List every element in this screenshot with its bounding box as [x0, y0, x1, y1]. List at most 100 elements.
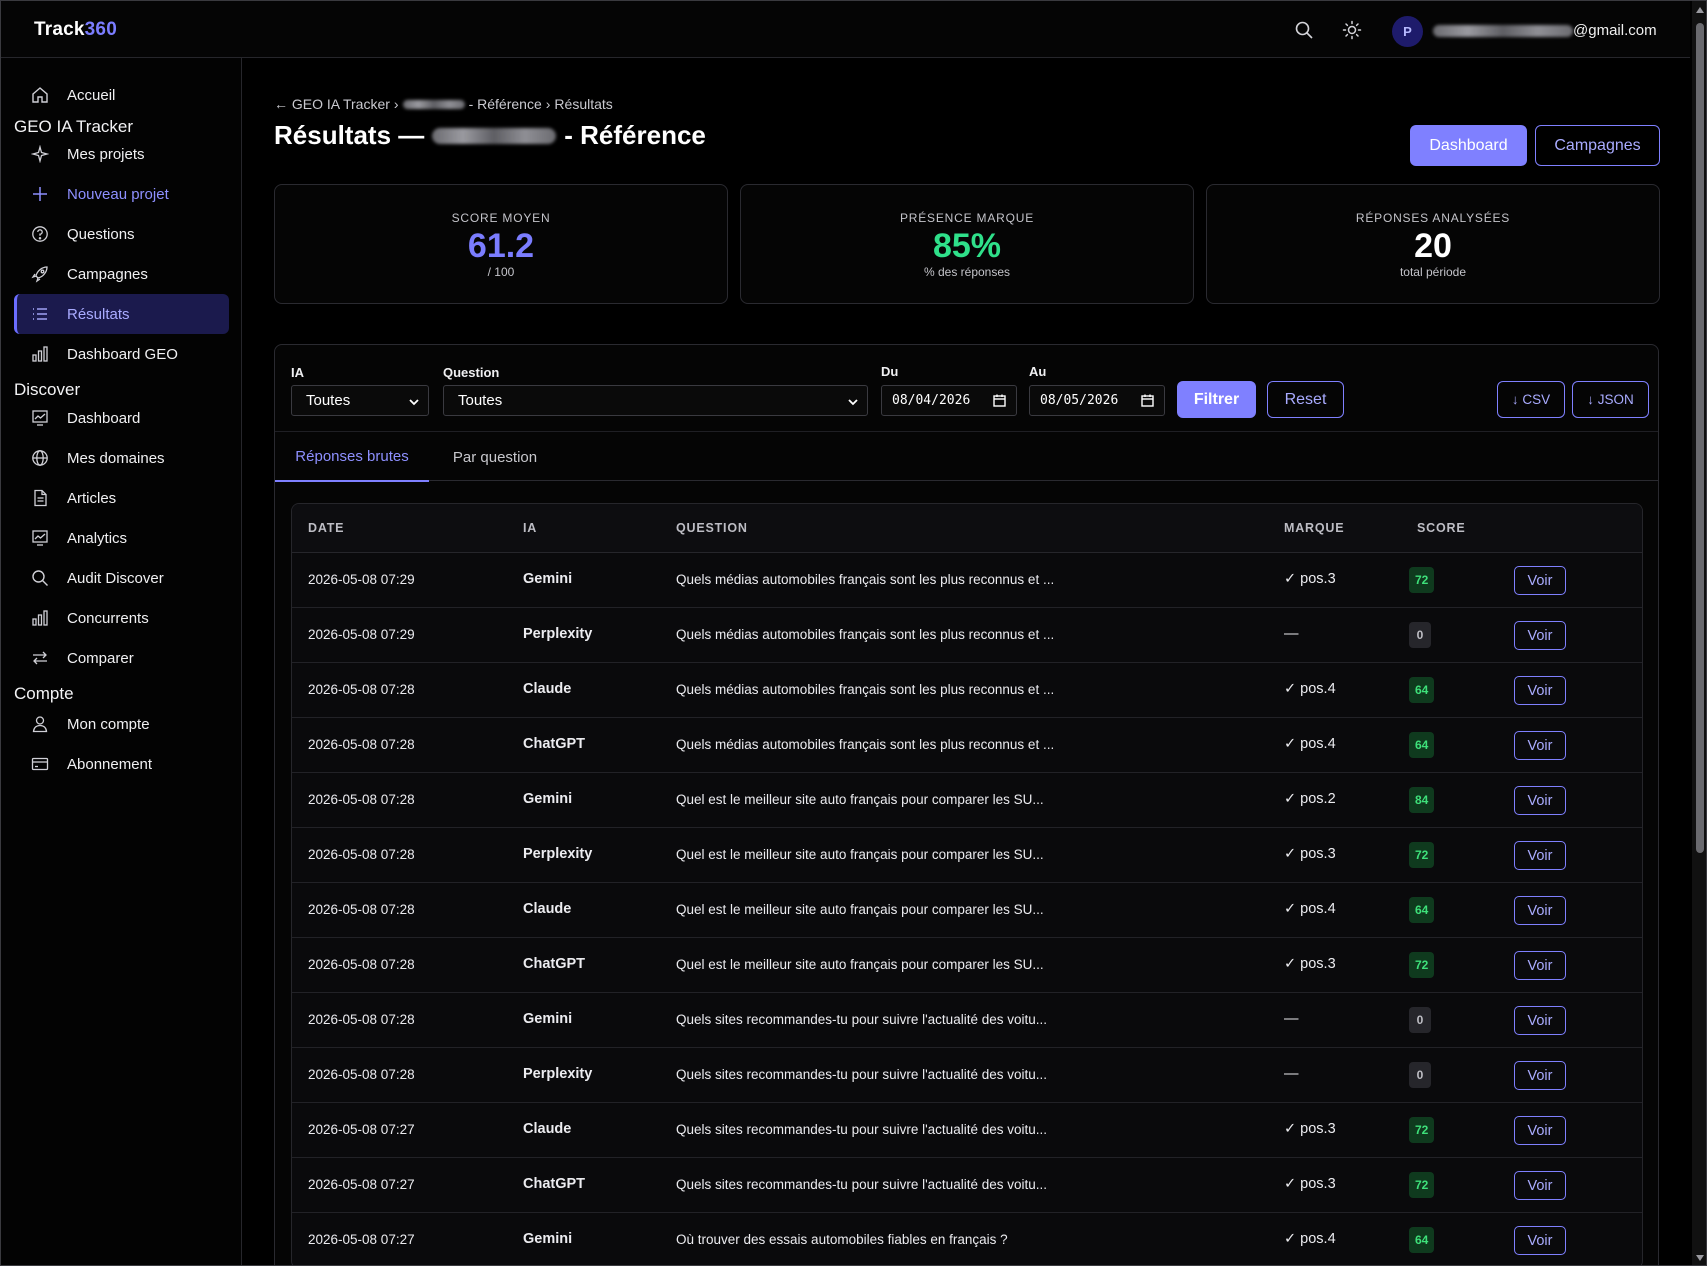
scroll-up-arrow-icon[interactable]	[1696, 7, 1704, 13]
sidebar-item-concurrents[interactable]: Concurrents	[14, 598, 229, 638]
score-badge: 72	[1409, 952, 1435, 978]
table-row[interactable]: 2026-05-08 07:27 Claude Quels sites recomm…	[292, 1103, 1642, 1158]
ia-select[interactable]: Toutes	[291, 385, 429, 416]
table-row[interactable]: 2026-05-08 07:28 Perplexity Quels sites re…	[292, 1048, 1642, 1103]
date-to-input[interactable]: 08/05/2026	[1029, 385, 1165, 416]
sidebar-item-mon-compte[interactable]: Mon compte	[14, 704, 229, 744]
tab-par-question[interactable]: Par question	[429, 432, 561, 482]
sidebar-item-resultats[interactable]: Résultats	[14, 294, 229, 334]
stat-label: PRÉSENCE MARQUE	[899, 211, 1035, 225]
sidebar-item-label: Mes projets	[67, 145, 145, 163]
table-body: 2026-05-08 07:29 Gemini Quels médias autom…	[292, 553, 1642, 1265]
table-row[interactable]: 2026-05-08 07:28 Claude Quels médias autom…	[292, 663, 1642, 718]
sidebar-item-label: Articles	[67, 489, 117, 507]
scroll-down-arrow-icon[interactable]	[1696, 1255, 1704, 1261]
breadcrumb-back-link[interactable]: ← GEO IA Tracker	[274, 96, 390, 112]
cell-date: 2026-05-08 07:29	[308, 627, 415, 642]
export-csv-button[interactable]: ↓ CSV	[1497, 381, 1565, 418]
column-header-date[interactable]: DATE	[308, 521, 344, 535]
document-icon	[30, 488, 50, 508]
scrollbar-thumb[interactable]	[1696, 23, 1704, 853]
theme-toggle-sun-icon[interactable]	[1341, 19, 1363, 41]
cell-brand: ✓ pos.4	[1284, 1231, 1336, 1247]
sidebar-item-campagnes[interactable]: Campagnes	[14, 254, 229, 294]
redacted-project-name	[432, 127, 557, 144]
sidebar-item-comparer[interactable]: Comparer	[14, 638, 229, 678]
date-from-input[interactable]: 08/04/2026	[881, 385, 1017, 416]
cell-date: 2026-05-08 07:27	[308, 1122, 415, 1137]
date-from-value: 08/04/2026	[892, 393, 971, 408]
view-button[interactable]: Voir	[1514, 786, 1566, 815]
sidebar-item-nouveau-projet[interactable]: Nouveau projet	[14, 174, 229, 214]
score-badge: 0	[1409, 1062, 1431, 1088]
calendar-icon[interactable]	[993, 394, 1006, 411]
campaigns-button[interactable]: Campagnes	[1535, 125, 1660, 166]
sidebar-item-mes-domaines[interactable]: Mes domaines	[14, 438, 229, 478]
table-row[interactable]: 2026-05-08 07:29 Perplexity Quels médias a…	[292, 608, 1642, 663]
view-button[interactable]: Voir	[1514, 896, 1566, 925]
plus-icon	[30, 184, 50, 204]
home-icon	[30, 85, 50, 105]
reset-button[interactable]: Reset	[1267, 381, 1344, 418]
view-button[interactable]: Voir	[1514, 566, 1566, 595]
sidebar-item-abonnement[interactable]: Abonnement	[14, 744, 229, 784]
sidebar-item-audit-discover[interactable]: Audit Discover	[14, 558, 229, 598]
sidebar-item-dashboard-geo[interactable]: Dashboard GEO	[14, 334, 229, 374]
table-row[interactable]: 2026-05-08 07:28 ChatGPT Quels médias auto…	[292, 718, 1642, 773]
column-header-marque[interactable]: MARQUE	[1284, 521, 1344, 535]
view-button[interactable]: Voir	[1514, 621, 1566, 650]
user-avatar[interactable]: P	[1392, 16, 1423, 47]
rocket-icon	[30, 264, 50, 284]
breadcrumb-project-link[interactable]: - Référence	[469, 96, 542, 112]
cell-question: Quels sites recommandes-tu pour suivre l…	[676, 1012, 1047, 1027]
filter-button[interactable]: Filtrer	[1177, 381, 1256, 418]
view-button[interactable]: Voir	[1514, 1226, 1566, 1255]
column-header-score[interactable]: SCORE	[1417, 521, 1465, 535]
globe-icon	[30, 448, 50, 468]
view-button[interactable]: Voir	[1514, 841, 1566, 870]
table-row[interactable]: 2026-05-08 07:28 Gemini Quel est le meille…	[292, 773, 1642, 828]
filter-from-label: Du	[881, 364, 899, 379]
dashboard-button[interactable]: Dashboard	[1410, 125, 1527, 166]
table-row[interactable]: 2026-05-08 07:28 Claude Quel est le meille…	[292, 883, 1642, 938]
results-panel: IA Toutes Question Toutes Du 08/04/2026 …	[274, 344, 1659, 1265]
tab-reponses-brutes[interactable]: Réponses brutes	[275, 432, 429, 482]
view-button[interactable]: Voir	[1514, 1006, 1566, 1035]
breadcrumb-current: Résultats	[554, 96, 613, 112]
table-row[interactable]: 2026-05-08 07:28 Gemini Quels sites recomm…	[292, 993, 1642, 1048]
table-row[interactable]: 2026-05-08 07:27 ChatGPT Quels sites recom…	[292, 1158, 1642, 1213]
table-row[interactable]: 2026-05-08 07:29 Gemini Quels médias autom…	[292, 553, 1642, 608]
page-scrollbar[interactable]	[1692, 1, 1706, 1265]
sidebar-item-dashboard[interactable]: Dashboard	[14, 398, 229, 438]
sidebar-item-mes-projets[interactable]: Mes projets	[14, 134, 229, 174]
table-row[interactable]: 2026-05-08 07:28 Perplexity Quel est le me…	[292, 828, 1642, 883]
sidebar-item-accueil[interactable]: Accueil	[14, 75, 229, 115]
view-button[interactable]: Voir	[1514, 1171, 1566, 1200]
cell-question: Quels sites recommandes-tu pour suivre l…	[676, 1122, 1047, 1137]
brand-logo[interactable]: Track360	[34, 19, 117, 41]
user-icon	[30, 714, 50, 734]
view-button[interactable]: Voir	[1514, 951, 1566, 980]
calendar-icon[interactable]	[1141, 394, 1154, 411]
cell-brand: ✓ pos.4	[1284, 681, 1336, 697]
user-email[interactable]: @gmail.com	[1433, 22, 1657, 39]
view-button[interactable]: Voir	[1514, 1061, 1566, 1090]
search-icon[interactable]	[1293, 19, 1315, 41]
question-select[interactable]: Toutes	[443, 385, 868, 416]
view-button[interactable]: Voir	[1514, 676, 1566, 705]
view-button[interactable]: Voir	[1514, 731, 1566, 760]
sidebar-item-analytics[interactable]: Analytics	[14, 518, 229, 558]
chart-board-icon	[30, 408, 50, 428]
sidebar-item-label: Campagnes	[67, 265, 148, 283]
column-header-ia[interactable]: IA	[523, 521, 537, 535]
view-button[interactable]: Voir	[1514, 1116, 1566, 1145]
sidebar-item-articles[interactable]: Articles	[14, 478, 229, 518]
results-tabs: Réponses brutes Par question	[275, 431, 1658, 482]
sidebar-item-label: Dashboard	[67, 409, 141, 427]
column-header-question[interactable]: QUESTION	[676, 521, 748, 535]
table-row[interactable]: 2026-05-08 07:27 Gemini Où trouver des ess…	[292, 1213, 1642, 1265]
export-json-button[interactable]: ↓ JSON	[1572, 381, 1649, 418]
sidebar-item-questions[interactable]: Questions	[14, 214, 229, 254]
cell-brand: ✓ pos.4	[1284, 901, 1336, 917]
table-row[interactable]: 2026-05-08 07:28 ChatGPT Quel est le meill…	[292, 938, 1642, 993]
